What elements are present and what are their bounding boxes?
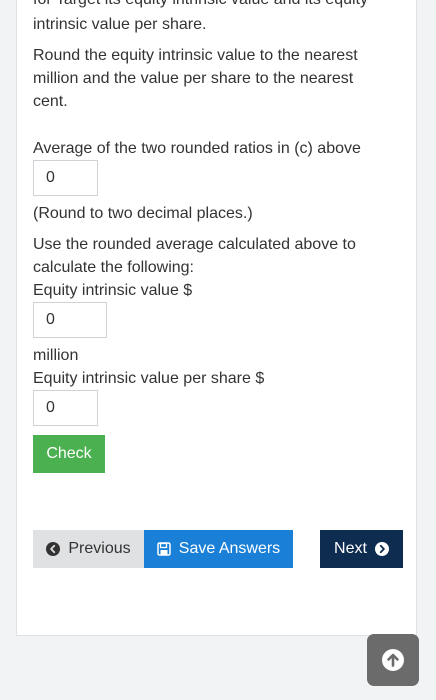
- next-button[interactable]: Next: [320, 530, 403, 568]
- average-input[interactable]: 0: [33, 160, 98, 196]
- previous-button[interactable]: Previous: [33, 530, 144, 568]
- question-text-line: for Target its equity intrinsic value an…: [33, 0, 368, 11]
- floppy-disk-icon: [157, 542, 171, 556]
- average-label: Average of the two rounded ratios in (c)…: [33, 140, 361, 157]
- check-button[interactable]: Check: [33, 435, 105, 473]
- chevron-right-circle-icon: [374, 542, 389, 556]
- round-two-decimals-note: (Round to two decimal places.): [33, 205, 253, 222]
- rounding-instruction: Round the equity intrinsic value to the …: [33, 47, 358, 64]
- per-share-input[interactable]: 0: [33, 390, 98, 426]
- rounding-instruction: cent.: [33, 93, 68, 110]
- per-share-label: Equity intrinsic value per share $: [33, 370, 265, 387]
- previous-label: Previous: [68, 540, 131, 557]
- chevron-left-circle-icon: [46, 542, 61, 556]
- equity-value-input[interactable]: 0: [33, 302, 107, 338]
- scroll-to-top-button[interactable]: [367, 634, 419, 686]
- equity-value-label: Equity intrinsic value $: [33, 282, 193, 299]
- instruction-text: Use the rounded average calculated above…: [33, 236, 356, 253]
- instruction-text: calculate the following:: [33, 259, 194, 276]
- save-answers-label: Save Answers: [178, 540, 281, 557]
- next-label: Next: [334, 540, 367, 557]
- question-text-line: intrinsic value per share.: [33, 16, 207, 33]
- million-label: million: [33, 347, 79, 364]
- arrow-up-circle-icon: [381, 648, 405, 672]
- rounding-instruction: million and the value per share to the n…: [33, 70, 354, 87]
- save-answers-button[interactable]: Save Answers: [144, 530, 293, 568]
